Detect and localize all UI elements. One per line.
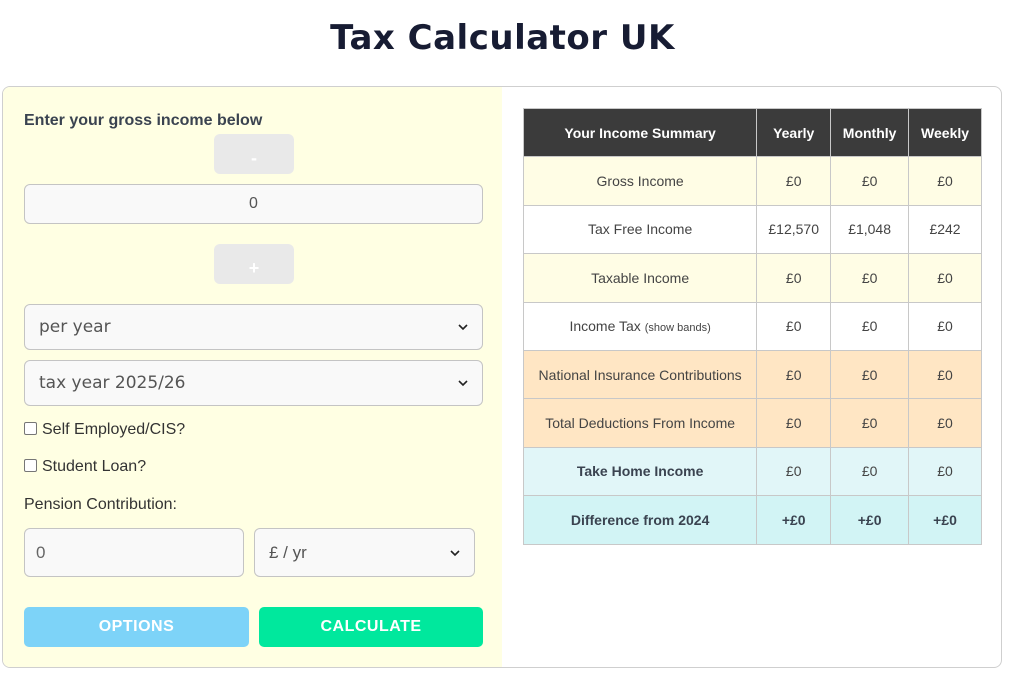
row-yearly: £0 (756, 301, 832, 351)
increase-button[interactable]: + (214, 244, 294, 284)
row-monthly: +£0 (830, 495, 910, 545)
period-select-value: per year (39, 317, 111, 337)
row-yearly: £0 (756, 398, 832, 448)
table-row: Tax Free Income £12,570 £1,048 £242 (522, 204, 982, 255)
row-weekly: £0 (908, 253, 982, 303)
calculate-button[interactable]: CALCULATE (259, 607, 483, 647)
period-select[interactable]: per year (24, 304, 483, 350)
self-employed-checkbox[interactable] (24, 422, 37, 435)
header-yearly: Yearly (756, 107, 832, 158)
pension-unit-value: £ / yr (269, 542, 307, 562)
self-employed-option[interactable]: Self Employed/CIS? (24, 421, 185, 439)
table-row: Difference from 2024 +£0 +£0 +£0 (522, 495, 982, 545)
chevron-down-icon (458, 380, 468, 387)
row-yearly: £12,570 (756, 204, 832, 255)
tax-year-select[interactable]: tax year 2025/26 (24, 360, 483, 406)
options-button[interactable]: OPTIONS (24, 607, 249, 647)
income-prompt: Enter your gross income below (24, 112, 263, 129)
table-row: Gross Income £0 £0 £0 (522, 156, 982, 206)
row-label: National Insurance Contributions (522, 349, 758, 400)
row-label: Total Deductions From Income (522, 398, 758, 448)
row-yearly: £0 (756, 349, 832, 400)
row-label: Income Tax (show bands) (522, 301, 758, 351)
table-row: Income Tax (show bands) £0 £0 £0 (522, 301, 982, 351)
row-yearly: +£0 (756, 495, 832, 545)
income-tax-label: Income Tax (569, 318, 641, 335)
gross-income-input[interactable]: 0 (24, 184, 483, 224)
student-loan-checkbox[interactable] (24, 459, 37, 472)
row-yearly: £0 (756, 253, 832, 303)
income-summary-table: Your Income Summary Yearly Monthly Weekl… (522, 107, 982, 545)
table-header-row: Your Income Summary Yearly Monthly Weekl… (522, 107, 982, 158)
row-yearly: £0 (756, 156, 832, 206)
table-row: National Insurance Contributions £0 £0 £… (522, 349, 982, 400)
row-weekly: £242 (908, 204, 982, 255)
row-weekly: £0 (908, 446, 982, 497)
row-weekly: +£0 (908, 495, 982, 545)
row-weekly: £0 (908, 349, 982, 400)
row-monthly: £0 (830, 301, 910, 351)
page-title: Tax Calculator UK (330, 18, 675, 58)
row-weekly: £0 (908, 156, 982, 206)
row-label: Tax Free Income (522, 204, 758, 255)
decrease-button[interactable]: - (214, 134, 294, 174)
pension-unit-select[interactable]: £ / yr (254, 528, 475, 577)
row-weekly: £0 (908, 301, 982, 351)
self-employed-label: Self Employed/CIS? (42, 421, 186, 438)
student-loan-label: Student Loan? (42, 458, 147, 475)
header-weekly: Weekly (908, 107, 982, 158)
table-row: Total Deductions From Income £0 £0 £0 (522, 398, 982, 448)
table-row: Take Home Income £0 £0 £0 (522, 446, 982, 497)
student-loan-option[interactable]: Student Loan? (24, 458, 146, 476)
gross-income-value: 0 (249, 195, 258, 212)
chevron-down-icon (450, 549, 460, 556)
row-monthly: £0 (830, 398, 910, 448)
row-monthly: £0 (830, 349, 910, 400)
pension-label: Pension Contribution: (24, 496, 177, 513)
header-monthly: Monthly (830, 107, 910, 158)
row-monthly: £1,048 (830, 204, 910, 255)
row-yearly: £0 (756, 446, 832, 497)
row-label: Taxable Income (522, 253, 758, 303)
table-row: Taxable Income £0 £0 £0 (522, 253, 982, 303)
row-monthly: £0 (830, 446, 910, 497)
row-label: Difference from 2024 (522, 495, 758, 545)
row-monthly: £0 (830, 253, 910, 303)
tax-year-select-value: tax year 2025/26 (39, 373, 186, 393)
row-label: Gross Income (522, 156, 758, 206)
header-summary: Your Income Summary (522, 107, 758, 158)
row-monthly: £0 (830, 156, 910, 206)
pension-value: 0 (36, 542, 46, 562)
row-label: Take Home Income (522, 446, 758, 497)
chevron-down-icon (458, 324, 468, 331)
row-weekly: £0 (908, 398, 982, 448)
calculator-card: Enter your gross income below - 0 + per … (2, 86, 1002, 668)
show-bands-link[interactable]: (show bands) (645, 322, 711, 334)
pension-input[interactable]: 0 (24, 528, 244, 577)
input-panel: Enter your gross income below - 0 + per … (3, 87, 502, 667)
